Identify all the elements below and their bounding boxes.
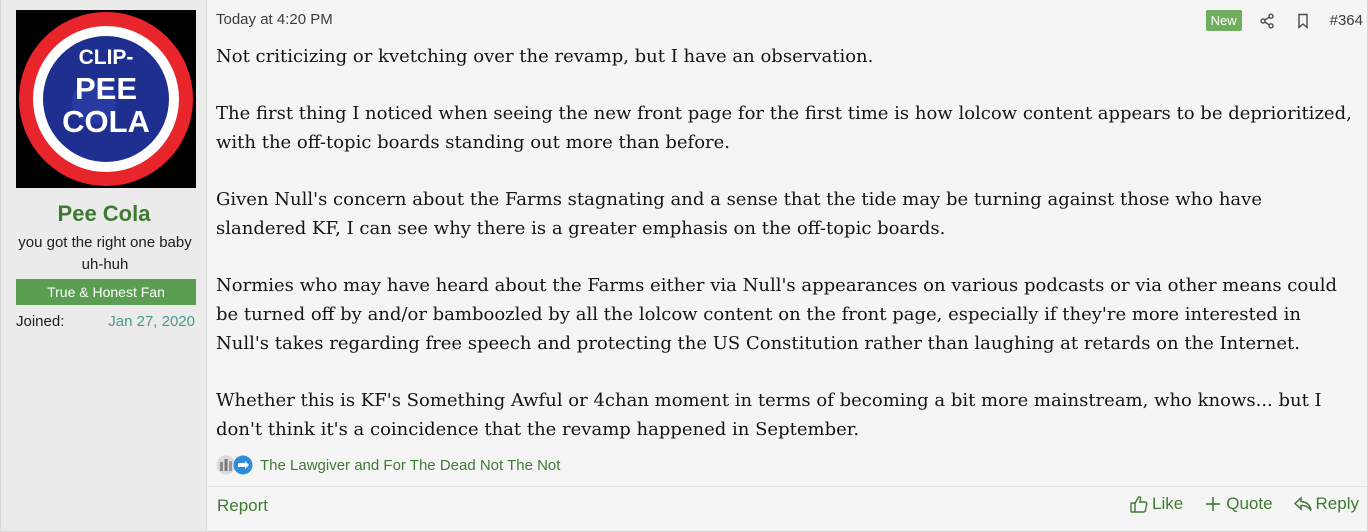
share-icon[interactable] — [1258, 12, 1276, 30]
bookmark-icon[interactable] — [1294, 12, 1312, 30]
reply-label: Reply — [1315, 494, 1359, 513]
quote-label: Quote — [1226, 494, 1273, 513]
post-paragraph: Given Null's concern about the Farms sta… — [216, 189, 1262, 239]
avatar-text-line-3: COLA — [62, 104, 150, 139]
avatar-text-line-1: CLIP- — [79, 46, 134, 69]
user-info-panel: CLIP- PEE COLA Pee Cola you got the righ… — [1, 0, 207, 531]
report-button[interactable]: Report — [217, 496, 268, 516]
post-paragraph: Not criticizing or kvetching over the re… — [216, 46, 874, 67]
plus-icon — [1206, 497, 1221, 511]
post-actions: Like Quote Reply — [1109, 494, 1359, 514]
user-banner: True & Honest Fan — [16, 279, 196, 305]
reply-button[interactable]: Reply — [1293, 494, 1359, 514]
post-main: Today at 4:20 PM New #364 Not criticizin… — [207, 0, 1367, 531]
joined-date: Jan 27, 2020 — [108, 313, 195, 330]
reaction-users-link[interactable]: The Lawgiver and For The Dead Not The No… — [260, 457, 560, 474]
user-title: you got the right one baby uh-huh — [18, 234, 192, 273]
post-paragraph: Normies who may have heard about the Far… — [216, 275, 1338, 354]
post-header-actions: New #364 — [1205, 10, 1363, 31]
post-number[interactable]: #364 — [1330, 12, 1363, 29]
reactions-bar: The Lawgiver and For The Dead Not The No… — [216, 455, 560, 475]
joined-label: Joined: — [16, 313, 65, 330]
post-paragraph: The first thing I noticed when seeing th… — [216, 103, 1352, 153]
avatar-text-line-2: PEE — [75, 71, 137, 106]
new-badge: New — [1205, 10, 1242, 31]
post-body: Not criticizing or kvetching over the re… — [216, 42, 1356, 444]
thumbs-up-icon — [1130, 496, 1148, 513]
post-paragraph: Whether this is KF's Something Awful or … — [216, 390, 1322, 440]
forum-post: CLIP- PEE COLA Pee Cola you got the righ… — [0, 0, 1368, 532]
post-footer: Report Like Quote Reply — [207, 486, 1367, 531]
like-button[interactable]: Like — [1129, 494, 1183, 514]
agree-reaction-icon — [233, 455, 253, 475]
like-label: Like — [1152, 494, 1184, 513]
reaction-icons — [216, 455, 253, 475]
username[interactable]: Pee Cola — [1, 201, 207, 227]
avatar[interactable]: CLIP- PEE COLA — [16, 10, 196, 188]
quote-button[interactable]: Quote — [1203, 494, 1273, 514]
reply-arrow-icon — [1293, 496, 1312, 511]
post-timestamp[interactable]: Today at 4:20 PM — [216, 11, 333, 28]
